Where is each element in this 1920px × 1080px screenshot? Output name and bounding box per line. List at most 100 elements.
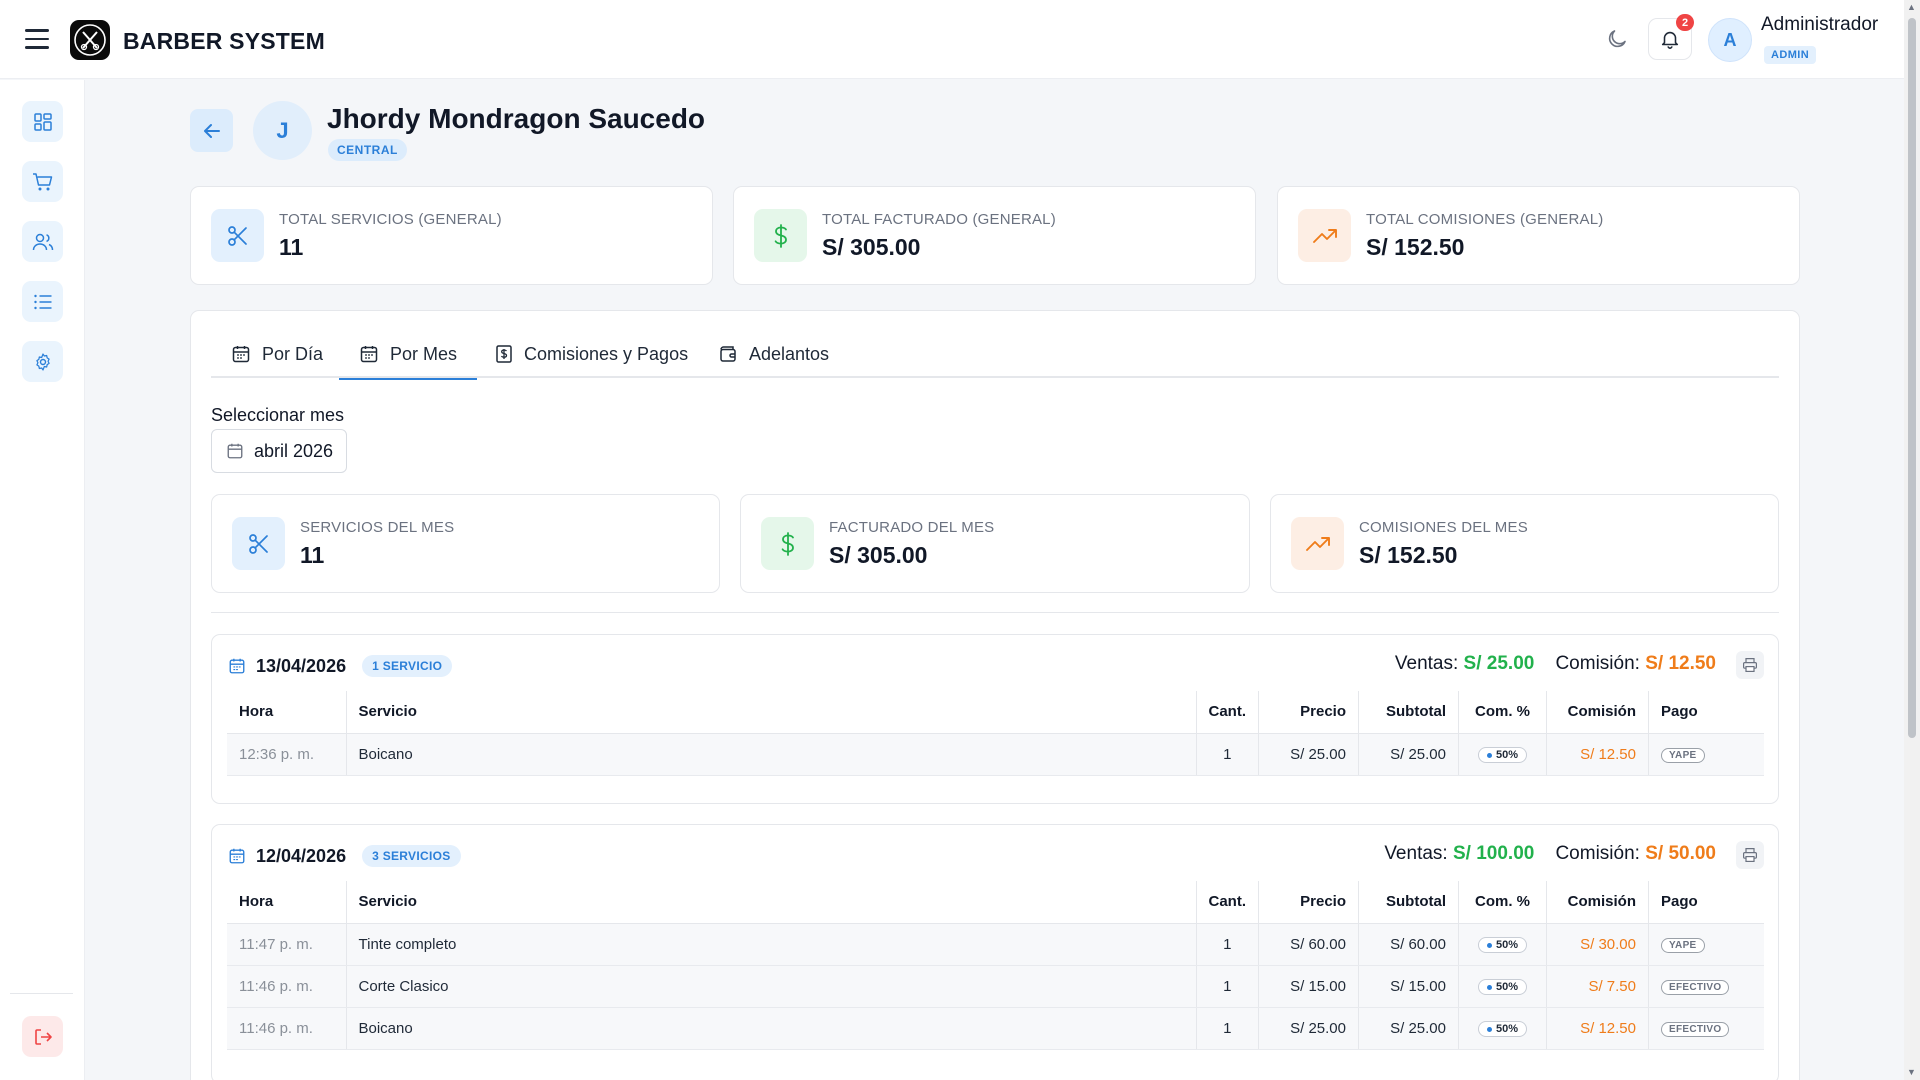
sidebar-item-dashboard[interactable] [22,101,63,142]
calendar-icon [229,848,245,864]
cart-icon [32,172,52,190]
cell-com-pct: 50% [1458,965,1547,1008]
logout-button[interactable] [22,1016,63,1057]
commission-pct-badge: 50% [1477,937,1528,954]
sidebar-item-settings[interactable] [22,341,63,382]
col-precio: Precio [1258,691,1359,734]
cell-comision: S/ 12.50 [1546,1007,1649,1050]
printer-icon [1743,848,1757,862]
cell-com-pct: 50% [1458,923,1547,966]
stat-label: COMISIONES DEL MES [1359,519,1528,536]
stat-value: 11 [300,542,325,568]
menu-icon[interactable] [25,29,49,49]
sidebar [0,80,85,1080]
list-icon [33,294,51,309]
payment-method-badge: EFECTIVO [1661,980,1730,995]
logout-icon [34,1028,52,1045]
user-avatar[interactable]: A [1708,18,1752,62]
cell-servicio: Boicano [345,1007,1196,1050]
calendar-icon [232,346,250,363]
grid-icon [33,112,52,131]
stat-card-month-services: SERVICIOS DEL MES 11 [211,494,720,593]
tab-label: Comisiones y Pagos [524,343,689,364]
print-button[interactable] [1736,651,1764,679]
cell-pago: YAPE [1648,733,1764,776]
print-button[interactable] [1736,841,1764,869]
ventas-label: Ventas: [1384,843,1448,864]
month-selector-label: Seleccionar mes [211,405,345,425]
services-table: Hora Servicio Cant. Precio Subtotal Com.… [227,881,1764,1050]
dark-mode-toggle[interactable] [1605,27,1629,51]
cell-precio: S/ 25.00 [1258,733,1359,776]
cell-precio: S/ 60.00 [1258,923,1359,966]
scissors-icon [211,209,264,262]
cell-pago: EFECTIVO [1648,1007,1764,1050]
top-bar: BARBER SYSTEM 2 A Administrador ADMIN [0,0,1904,79]
pct-value: 50% [1495,939,1519,952]
brand-name: BARBER SYSTEM [123,28,325,54]
user-role-badge: ADMIN [1764,46,1817,64]
tab-por-mes[interactable]: Por Mes [339,330,478,380]
day-date: 12/04/2026 [256,845,347,866]
comision-label: Comisión: [1555,653,1640,674]
payment-method-badge: YAPE [1661,748,1705,763]
table-row: 11:46 p. m. Boicano 1 S/ 25.00 S/ 25.00 … [227,1007,1764,1050]
col-subtotal: Subtotal [1358,691,1459,734]
barber-logo-icon [74,24,106,56]
stat-value: 11 [279,234,304,260]
stat-value: S/ 152.50 [1366,234,1465,260]
dot-icon [1486,1026,1492,1032]
tab-label: Adelantos [749,343,830,364]
day-block: 12/04/2026 3 SERVICIOS Ventas: S/ 100.00… [211,824,1779,1080]
tab-por-dia[interactable]: Por Día [211,330,343,378]
section-divider [211,612,1779,613]
commission-pct-badge: 50% [1477,979,1528,996]
day-date: 13/04/2026 [256,655,347,676]
calendar-icon [227,443,243,459]
sidebar-item-sales[interactable] [22,161,63,202]
receipt-icon [496,345,512,363]
pct-value: 50% [1495,981,1519,994]
pct-value: 50% [1495,749,1519,762]
user-name: Administrador [1761,14,1879,35]
cell-subtotal: S/ 60.00 [1358,923,1459,966]
cell-com-pct: 50% [1458,1007,1547,1050]
calendar-icon [360,346,378,363]
dollar-icon [761,517,814,570]
scroll-down-icon[interactable]: ▼ [1907,1067,1916,1077]
comision-label: Comisión: [1555,843,1640,864]
cell-cant: 1 [1195,965,1259,1008]
sidebar-item-users[interactable] [22,221,63,262]
scroll-up-icon[interactable]: ▲ [1907,2,1916,12]
cell-precio: S/ 15.00 [1258,965,1359,1008]
col-pago: Pago [1648,881,1764,924]
month-picker[interactable]: abril 2026 [211,429,347,473]
tab-adelantos[interactable]: Adelantos [698,330,849,378]
dot-icon [1486,752,1492,758]
ventas-value: S/ 100.00 [1452,843,1535,864]
calendar-icon [229,658,245,674]
cell-servicio: Boicano [345,733,1196,776]
back-button[interactable] [190,109,233,152]
day-header: 12/04/2026 3 SERVICIOS [228,843,461,869]
dollar-icon [754,209,807,262]
dot-icon [1486,984,1492,990]
col-precio: Precio [1258,881,1359,924]
sidebar-item-list[interactable] [22,281,63,322]
stat-card-month-commissions: COMISIONES DEL MES S/ 152.50 [1270,494,1779,593]
service-count-badge: 1 SERVICIO [362,655,453,677]
cell-com-pct: 50% [1458,733,1547,776]
col-com-pct: Com. % [1458,881,1547,924]
ventas-label: Ventas: [1394,653,1459,674]
tab-comisiones-pagos[interactable]: Comisiones y Pagos [475,330,708,378]
comision-value: S/ 50.00 [1645,843,1716,864]
dot-icon [1486,942,1492,948]
cell-cant: 1 [1195,923,1259,966]
moon-icon [1608,30,1626,48]
table-row: 12:36 p. m. Boicano 1 S/ 25.00 S/ 25.00 … [227,733,1764,776]
payment-method-badge: EFECTIVO [1661,1022,1730,1037]
cell-pago: EFECTIVO [1648,965,1764,1008]
payment-method-badge: YAPE [1661,938,1705,953]
cell-cant: 1 [1195,733,1259,776]
scrollbar-thumb[interactable] [1908,18,1916,738]
